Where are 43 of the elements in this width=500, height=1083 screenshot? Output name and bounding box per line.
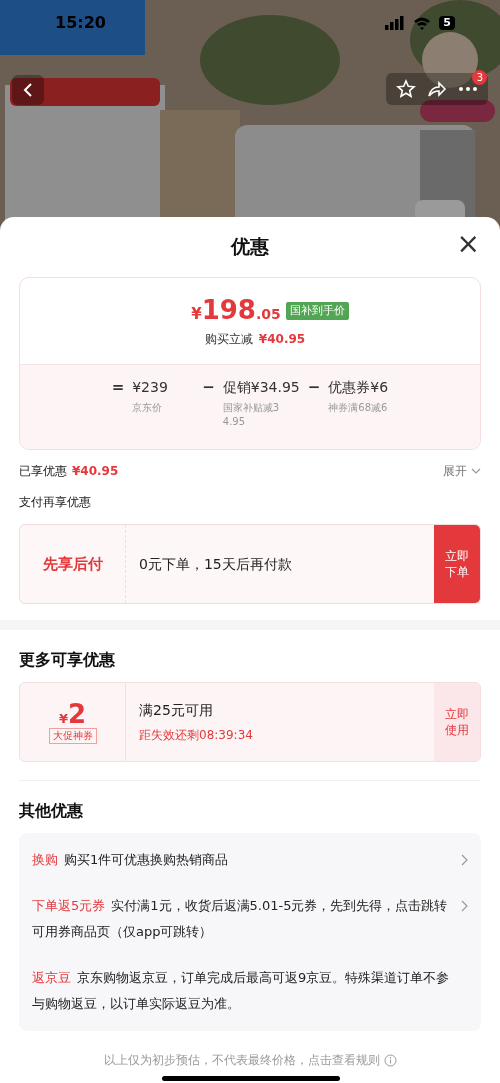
coupon-countdown: 距失效还剩08:39:34 — [139, 727, 254, 744]
offer-text: 换购 购买1件可优惠换购热销商品 — [32, 851, 230, 869]
sheet-title: 优惠 — [231, 233, 269, 259]
operator-sign: − — [307, 377, 321, 397]
chevron-right-icon[interactable] — [461, 854, 468, 866]
coupon-condition: 满25元可用 — [139, 701, 214, 720]
offer-text: 返京豆 京东购物返京豆，订单完成后最高可返9京豆。特殊渠道订单不参与购物返豆，以订单实际返豆为准。 — [32, 969, 451, 1013]
chevron-down-icon — [471, 468, 481, 474]
section-label: 支付再享优惠 — [19, 494, 92, 511]
operator-sign: − — [202, 377, 215, 397]
offer-text: 下单返5元券 实付满1元，收货后返满5.01-5元券，先到先得，点击跳转可用券商品页（仅app可跳转） — [32, 897, 449, 941]
saving-label: 购买立减 — [204, 330, 253, 348]
enjoyed-label: 已享优惠 — [19, 463, 67, 480]
more-icon[interactable] — [458, 86, 479, 92]
battery-indicator: 5 — [439, 16, 455, 30]
enjoyed-value: ¥40.95 — [72, 463, 119, 480]
status-time: 15:20 — [55, 12, 106, 34]
breakdown-note: 神券满68减6 — [328, 401, 389, 415]
breakdown-amount: 优惠券¥6 — [328, 378, 390, 397]
final-price: ¥198.05 — [191, 296, 281, 326]
section-title: 更多可享优惠 — [19, 649, 116, 671]
breakdown-amount: 促销¥34.95 — [222, 378, 300, 397]
close-button[interactable]: × — [456, 229, 480, 259]
order-now-button[interactable]: 立即下单 — [434, 525, 480, 603]
saving-value: ¥40.95 — [258, 330, 306, 348]
chevron-right-icon[interactable] — [461, 900, 468, 912]
coupon-tag: 大促神券 — [48, 728, 97, 745]
pay-method-description: 0元下单，15天后再付款 — [139, 554, 292, 574]
section-title: 其他优惠 — [19, 800, 84, 822]
star-icon[interactable] — [395, 79, 416, 99]
operator-sign: = — [111, 377, 125, 397]
breakdown-note: 国家补贴减34.95 — [222, 401, 281, 429]
expand-button[interactable]: 展开 — [443, 462, 481, 480]
wifi-icon — [413, 16, 432, 30]
breakdown-amount: ¥239 — [132, 378, 169, 397]
footnote: 以上仅为初步预估，不代表最终价格，点击查看规则 — [103, 1052, 380, 1069]
coupon-amount: ¥2 — [58, 699, 87, 729]
share-icon[interactable] — [427, 80, 447, 98]
breakdown-note: 京东价 — [132, 401, 164, 415]
signal-icon — [385, 16, 406, 30]
use-now-button[interactable]: 立即使用 — [434, 683, 480, 761]
back-icon[interactable] — [22, 82, 34, 98]
pay-method-name: 先享后付 — [42, 553, 103, 575]
